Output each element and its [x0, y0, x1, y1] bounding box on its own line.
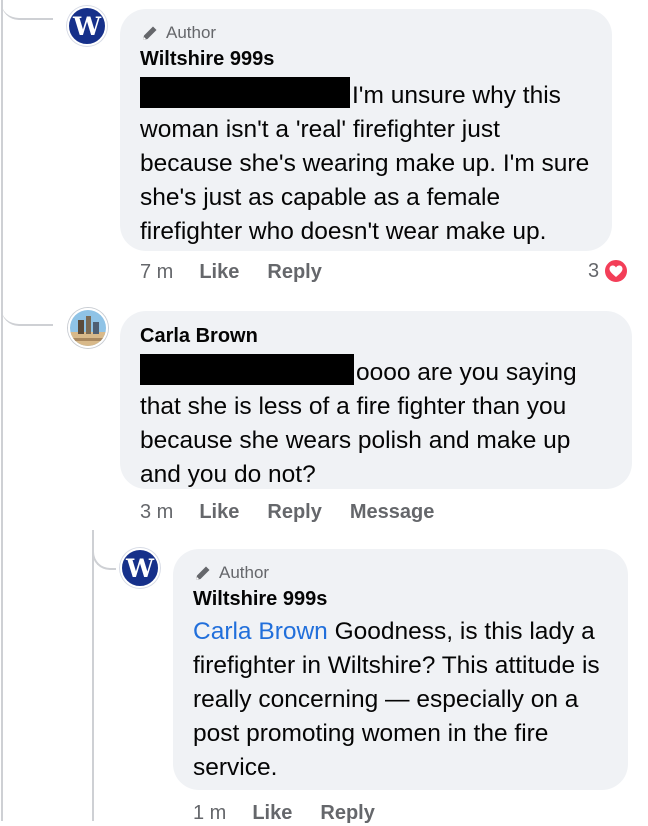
comment-bubble: Author Wiltshire 999s I'm unsure why thi… [120, 9, 612, 251]
like-button[interactable]: Like [199, 261, 239, 284]
reaction-count[interactable]: 3 [588, 258, 630, 284]
commenter-name[interactable]: Wiltshire 999s [140, 46, 592, 72]
commenter-name[interactable]: Carla Brown [140, 323, 612, 349]
reply-button[interactable]: Reply [267, 501, 321, 524]
redacted-mention [140, 354, 354, 385]
author-badge: Author [193, 562, 608, 584]
comment-time[interactable]: 7 m [140, 261, 173, 284]
reply-button[interactable]: Reply [267, 261, 321, 284]
profile-photo [70, 310, 106, 346]
thread-connector-3 [92, 540, 116, 570]
mention-link[interactable]: Carla Brown [193, 618, 328, 645]
avatar-letter: W [125, 553, 155, 583]
wiltshire-999s-avatar[interactable]: W [67, 6, 107, 46]
author-badge-label: Author [219, 563, 270, 582]
comment-time[interactable]: 3 m [140, 501, 173, 524]
comment-actions: 3 m Like Reply Message [140, 499, 462, 525]
thread-connector-2 [1, 300, 53, 326]
reply-actions: 1 m Like Reply [193, 800, 403, 826]
message-button[interactable]: Message [350, 501, 435, 524]
heart-icon [603, 258, 630, 284]
wiltshire-999s-avatar[interactable]: W [120, 548, 160, 588]
author-badge-label: Author [166, 23, 217, 42]
comment-text: I'm unsure why this woman isn't a 'real'… [140, 77, 592, 249]
comment-text: oooo are you saying that she is less of … [140, 354, 612, 492]
carla-brown-avatar[interactable] [68, 308, 108, 348]
author-badge: Author [140, 22, 592, 44]
like-button[interactable]: Like [252, 802, 292, 825]
pencil-icon [196, 566, 210, 580]
redacted-mention [140, 77, 350, 108]
thread-connector-1 [1, 0, 53, 20]
comment-bubble: Carla Brown oooo are you saying that she… [120, 311, 632, 489]
reply-bubble: Author Wiltshire 999s Carla Brown Goodne… [173, 549, 628, 790]
like-button[interactable]: Like [199, 501, 239, 524]
thread-line-reply [92, 530, 94, 821]
thread-line-main [1, 0, 3, 821]
avatar-letter: W [72, 11, 102, 41]
comment-time[interactable]: 1 m [193, 802, 226, 825]
pencil-icon [143, 26, 157, 40]
commenter-name[interactable]: Wiltshire 999s [193, 586, 608, 612]
comment-actions: 7 m Like Reply [140, 259, 350, 285]
comment-text: Carla Brown Goodness, is this lady a fir… [193, 615, 608, 785]
reaction-count-value: 3 [588, 259, 600, 282]
reply-button[interactable]: Reply [320, 802, 374, 825]
